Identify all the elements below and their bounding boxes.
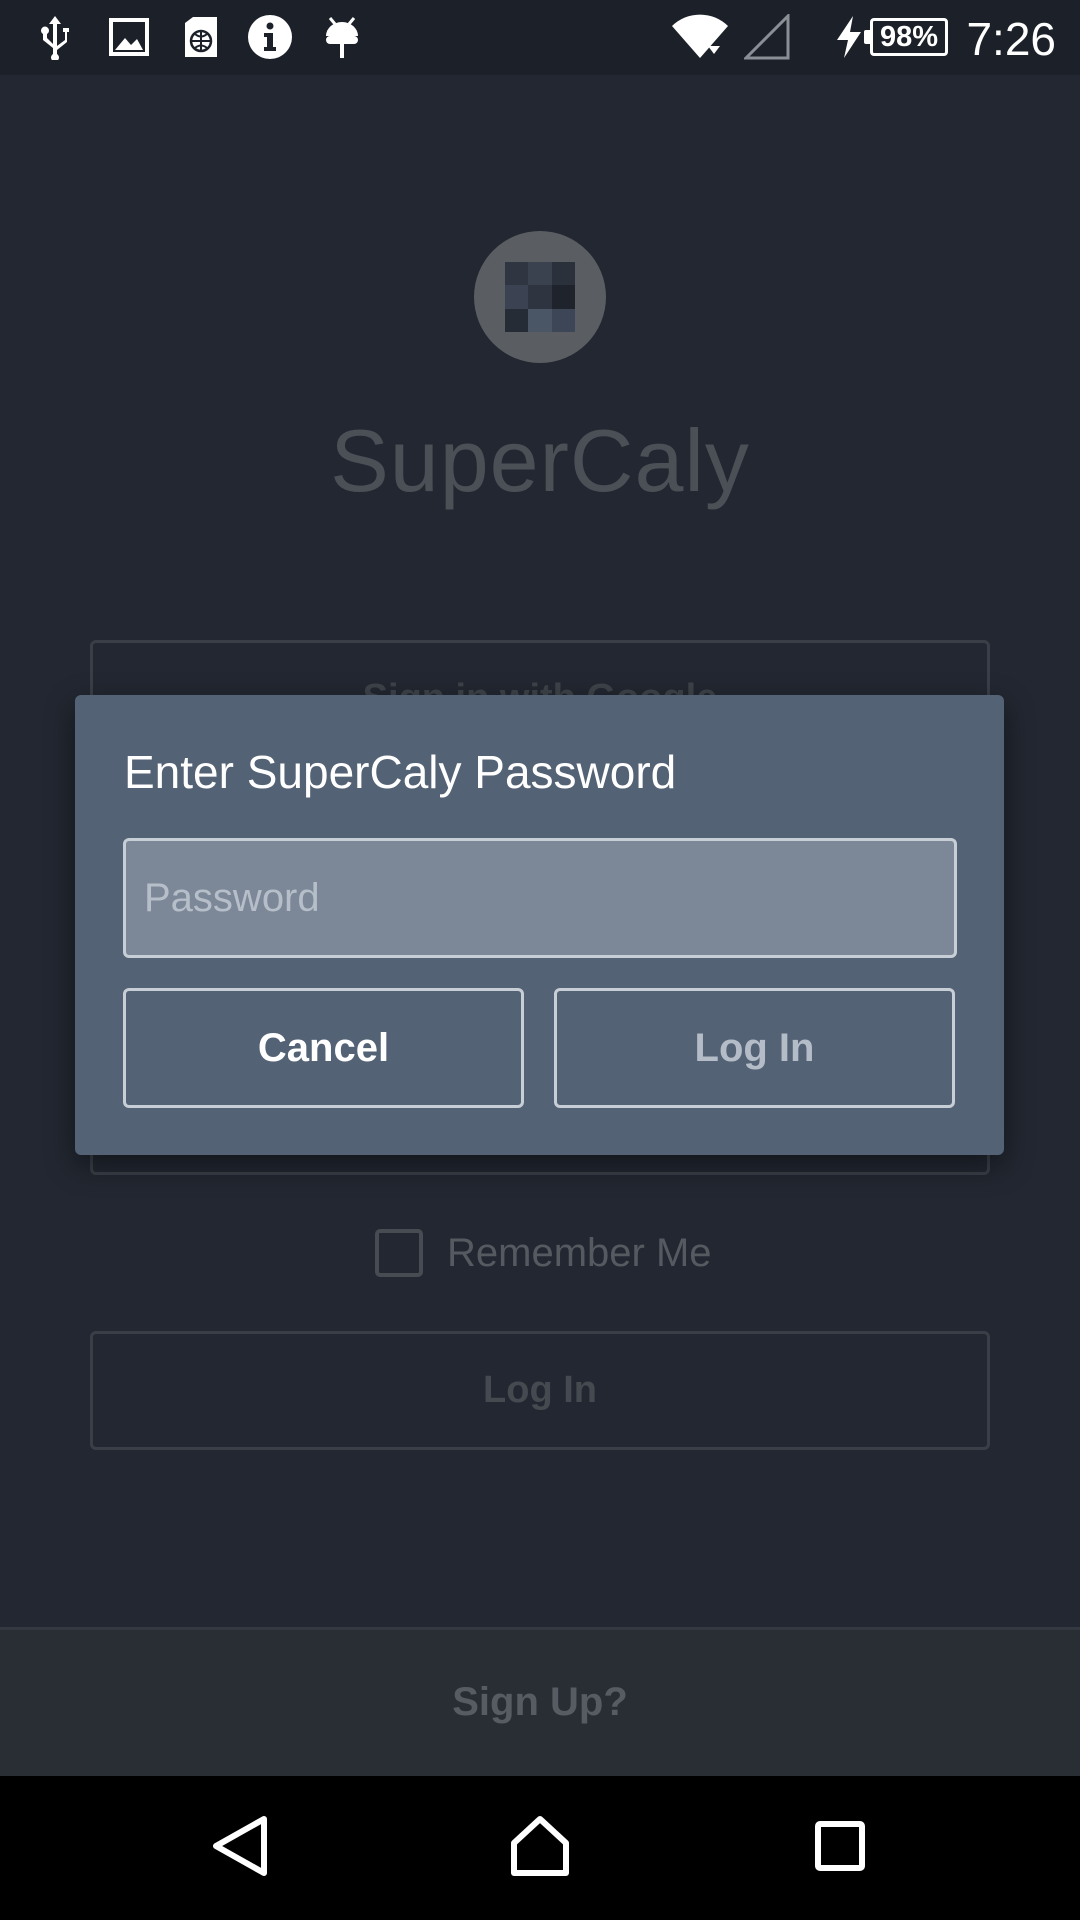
cancel-button[interactable]: Cancel [123, 988, 524, 1108]
signup-link[interactable]: Sign Up? [0, 1627, 1080, 1776]
app-logo [474, 231, 606, 363]
image-icon [104, 12, 154, 62]
home-icon[interactable] [500, 1806, 580, 1886]
battery-icon: 98% [864, 18, 948, 56]
info-icon [245, 12, 295, 62]
remember-me-checkbox[interactable] [375, 1229, 423, 1277]
clock: 7:26 [966, 13, 1056, 65]
dialog-login-button[interactable]: Log In [554, 988, 955, 1108]
back-icon[interactable] [200, 1806, 280, 1886]
password-input[interactable] [123, 838, 957, 958]
charging-bolt-icon [832, 12, 866, 62]
android-debug-icon [317, 12, 367, 62]
sim-globe-icon [176, 12, 226, 62]
password-dialog: Enter SuperCaly Password Cancel Log In [75, 695, 1004, 1155]
recents-icon[interactable] [800, 1806, 880, 1886]
usb-icon [30, 12, 80, 62]
logo-mosaic-icon [505, 262, 575, 332]
dialog-title: Enter SuperCaly Password [124, 746, 677, 798]
login-button[interactable]: Log In [90, 1331, 990, 1450]
app-name: SuperCaly [330, 411, 750, 510]
remember-me-label: Remember Me [447, 1230, 712, 1275]
cell-signal-icon [742, 12, 792, 62]
status-bar: 98% 7:26 [0, 0, 1080, 75]
remember-me-row[interactable]: Remember Me [375, 1225, 712, 1281]
wifi-icon [668, 12, 732, 62]
navigation-bar [0, 1776, 1080, 1920]
